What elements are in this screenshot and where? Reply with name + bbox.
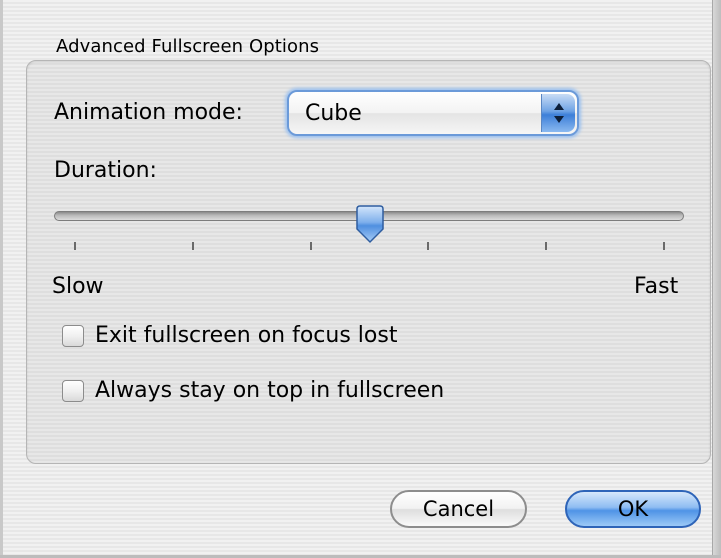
duration-tick (427, 242, 430, 250)
window-right-edge (712, 0, 721, 558)
duration-tick (74, 242, 76, 250)
duration-slider-thumb[interactable] (354, 205, 386, 245)
popup-arrows-icon (541, 94, 575, 132)
ok-button[interactable]: OK (565, 490, 701, 528)
stay-on-top-checkbox[interactable] (62, 380, 84, 402)
duration-tick (309, 242, 312, 250)
cancel-button[interactable]: Cancel (390, 490, 527, 528)
duration-tick (191, 242, 194, 250)
duration-tick (545, 242, 548, 250)
duration-tick (663, 242, 665, 250)
fast-label: Fast (634, 274, 679, 299)
stay-on-top-label[interactable]: Always stay on top in fullscreen (95, 378, 444, 403)
exit-fullscreen-checkbox[interactable] (62, 325, 84, 347)
animation-mode-value: Cube (305, 101, 362, 126)
group-title: Advanced Fullscreen Options (56, 36, 320, 57)
slider-thumb-icon (355, 205, 384, 244)
animation-mode-popup[interactable]: Cube (287, 90, 579, 136)
exit-fullscreen-label[interactable]: Exit fullscreen on focus lost (95, 323, 397, 348)
animation-mode-label: Animation mode: (54, 100, 243, 125)
slow-label: Slow (52, 274, 104, 299)
window-left-edge (0, 0, 3, 558)
duration-label: Duration: (54, 158, 157, 183)
